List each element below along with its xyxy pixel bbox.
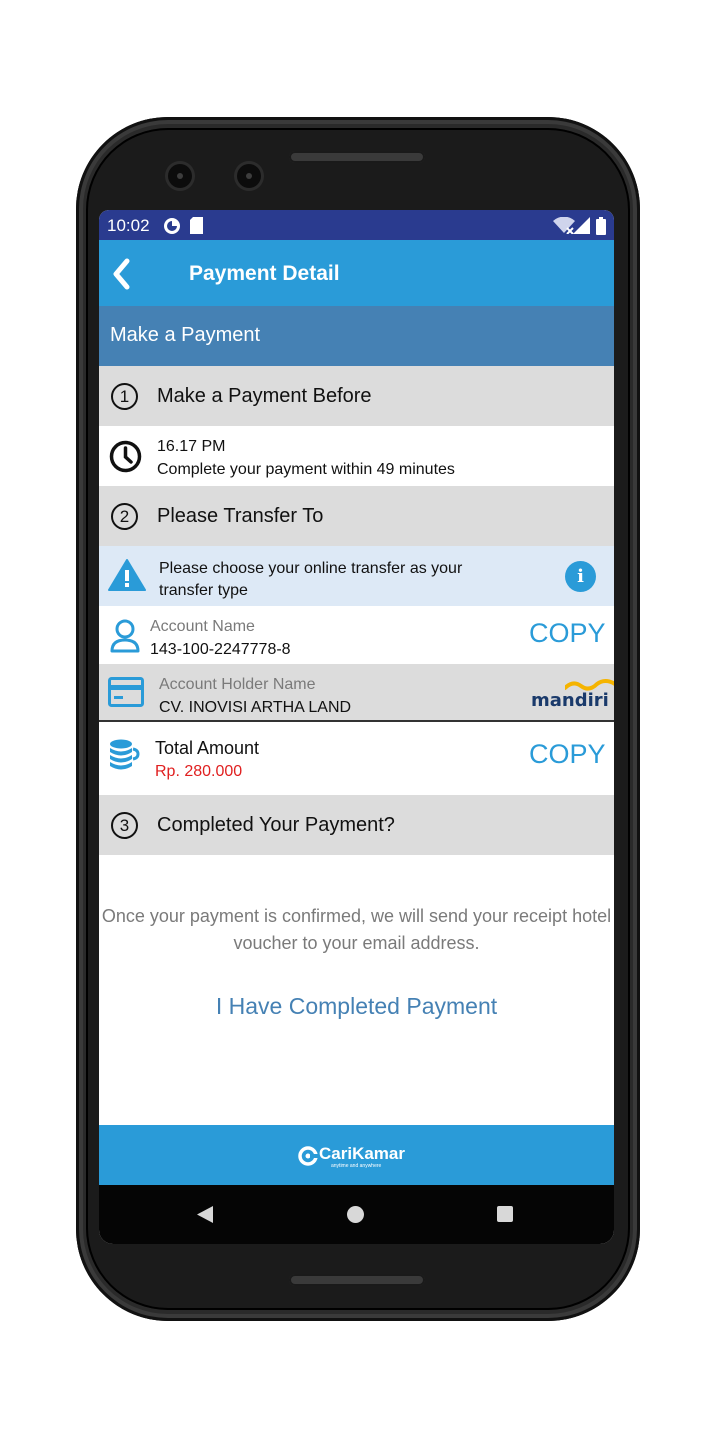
coins-icon (110, 739, 140, 770)
front-camera-left (168, 164, 192, 188)
total-amount-row: Total Amount Rp. 280.000 COPY (99, 724, 614, 794)
system-nav-bar (99, 1185, 614, 1244)
completed-payment-button[interactable]: I Have Completed Payment (99, 993, 614, 1020)
sd-card-icon (190, 217, 203, 234)
deadline-time: 16.17 PM (157, 438, 226, 455)
status-bar: 10:02 (99, 210, 614, 240)
transfer-warning-text: Please choose your online transfer as yo… (159, 560, 463, 599)
brand-tagline: anytime and anywhere (331, 1163, 382, 1169)
status-time: 10:02 (107, 216, 150, 235)
deadline-note: Complete your payment within 49 minutes (157, 461, 455, 478)
mandiri-logo: mandiri (529, 678, 614, 714)
credit-card-icon (108, 677, 144, 707)
step-2-label: Please Transfer To (157, 505, 324, 527)
wifi-icon (553, 217, 575, 234)
transfer-warning-row: Please choose your online transfer as yo… (99, 546, 614, 606)
step-2-header: 2 Please Transfer To (99, 486, 614, 546)
mandiri-logo-text: mandiri (531, 690, 609, 711)
holder-value: CV. INOVISI ARTHA LAND (159, 699, 352, 716)
step-2-number-icon: 2 (111, 503, 138, 530)
cell-signal-icon (573, 217, 590, 234)
page-title: Payment Detail (189, 262, 340, 285)
deadline-row: 16.17 PM Complete your payment within 49… (99, 426, 614, 486)
section-title: Make a Payment (110, 324, 261, 346)
step-1-header: 1 Make a Payment Before (99, 366, 614, 426)
total-amount-value: Rp. 280.000 (155, 763, 243, 780)
step-1-label: Make a Payment Before (157, 385, 372, 407)
nav-home-icon[interactable] (346, 1205, 365, 1224)
step-1-number-icon: 1 (111, 383, 138, 410)
front-camera-right (237, 164, 261, 188)
step-3-header: 3 Completed Your Payment? (99, 795, 614, 855)
nav-recents-icon[interactable] (496, 1205, 514, 1223)
bottom-speaker (289, 1274, 425, 1286)
nav-back-icon[interactable] (196, 1205, 214, 1224)
account-name-label: Account Name (150, 618, 255, 635)
carikamar-logo-icon (298, 1146, 318, 1166)
copy-account-button[interactable]: COPY (529, 618, 606, 649)
app-bar: Payment Detail (99, 240, 614, 306)
copy-amount-button[interactable]: COPY (529, 739, 606, 770)
clock-icon (109, 440, 142, 473)
battery-icon (596, 217, 606, 235)
info-icon[interactable]: i (565, 561, 596, 592)
screen: 10:02 Payment Detail Make a Payment 1 Ma… (99, 210, 614, 1244)
confirmation-info-text: Once your payment is confirmed, we will … (101, 906, 612, 953)
app-notification-icon (164, 218, 180, 234)
total-amount-label: Total Amount (155, 738, 260, 758)
back-arrow-icon[interactable] (107, 254, 147, 294)
step-3-number-icon: 3 (111, 812, 138, 839)
brand-name: CariKamar (319, 1144, 405, 1163)
step-3-label: Completed Your Payment? (157, 814, 395, 836)
account-name-value: 143-100-2247778-8 (150, 641, 291, 658)
earpiece-speaker (289, 151, 425, 163)
brand-footer: CariKamar anytime and anywhere (99, 1125, 614, 1185)
section-header: Make a Payment (99, 306, 614, 366)
account-holder-row: Account Holder Name CV. INOVISI ARTHA LA… (99, 664, 614, 722)
holder-label: Account Holder Name (159, 676, 316, 693)
warning-icon (108, 559, 146, 591)
user-icon (110, 619, 140, 653)
account-name-row: Account Name 143-100-2247778-8 COPY (99, 606, 614, 664)
